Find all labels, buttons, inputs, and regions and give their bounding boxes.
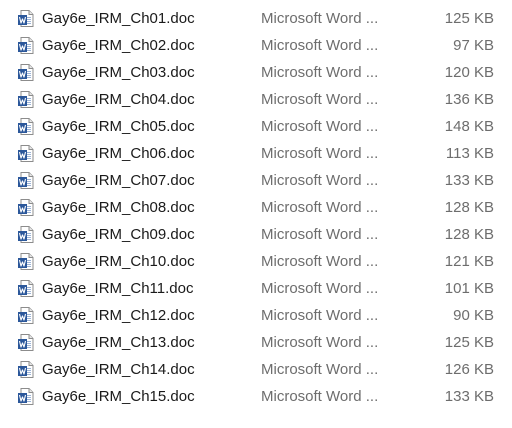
- file-type: Microsoft Word ...: [261, 118, 379, 135]
- word-document-icon: [18, 91, 34, 108]
- file-size: 128 KB: [444, 226, 494, 243]
- file-name: Gay6e_IRM_Ch11.doc: [42, 280, 194, 297]
- file-name: Gay6e_IRM_Ch02.doc: [42, 37, 195, 54]
- file-row[interactable]: Gay6e_IRM_Ch13.doc Microsoft Word ... 12…: [0, 329, 512, 356]
- file-type: Microsoft Word ...: [261, 253, 379, 270]
- file-name: Gay6e_IRM_Ch04.doc: [42, 91, 195, 108]
- file-name: Gay6e_IRM_Ch05.doc: [42, 118, 195, 135]
- file-type: Microsoft Word ...: [261, 388, 379, 405]
- file-name: Gay6e_IRM_Ch13.doc: [42, 334, 195, 351]
- file-size: 125 KB: [444, 334, 494, 351]
- file-type: Microsoft Word ...: [261, 91, 379, 108]
- file-size: 148 KB: [444, 118, 494, 135]
- file-row[interactable]: Gay6e_IRM_Ch11.doc Microsoft Word ... 10…: [0, 275, 512, 302]
- file-name: Gay6e_IRM_Ch10.doc: [42, 253, 195, 270]
- file-list: Gay6e_IRM_Ch01.doc Microsoft Word ... 12…: [0, 5, 512, 410]
- file-name: Gay6e_IRM_Ch01.doc: [42, 10, 195, 27]
- file-size: 113 KB: [445, 145, 494, 162]
- file-size: 133 KB: [444, 172, 494, 189]
- file-row[interactable]: Gay6e_IRM_Ch07.doc Microsoft Word ... 13…: [0, 167, 512, 194]
- file-row[interactable]: Gay6e_IRM_Ch06.doc Microsoft Word ... 11…: [0, 140, 512, 167]
- file-size: 121 KB: [444, 253, 494, 270]
- file-name: Gay6e_IRM_Ch12.doc: [42, 307, 195, 324]
- file-size: 136 KB: [444, 91, 494, 108]
- file-row[interactable]: Gay6e_IRM_Ch15.doc Microsoft Word ... 13…: [0, 383, 512, 410]
- file-size: 97 KB: [453, 37, 494, 54]
- word-document-icon: [18, 64, 34, 81]
- word-document-icon: [18, 280, 34, 297]
- file-name: Gay6e_IRM_Ch14.doc: [42, 361, 195, 378]
- file-row[interactable]: Gay6e_IRM_Ch03.doc Microsoft Word ... 12…: [0, 59, 512, 86]
- file-size: 120 KB: [444, 64, 494, 81]
- file-name: Gay6e_IRM_Ch03.doc: [42, 64, 195, 81]
- word-document-icon: [18, 334, 34, 351]
- file-row[interactable]: Gay6e_IRM_Ch02.doc Microsoft Word ... 97…: [0, 32, 512, 59]
- file-size: 133 KB: [444, 388, 494, 405]
- file-row[interactable]: Gay6e_IRM_Ch12.doc Microsoft Word ... 90…: [0, 302, 512, 329]
- file-type: Microsoft Word ...: [261, 334, 379, 351]
- word-document-icon: [18, 307, 34, 324]
- file-type: Microsoft Word ...: [261, 145, 379, 162]
- word-document-icon: [18, 253, 34, 270]
- word-document-icon: [18, 199, 34, 216]
- file-type: Microsoft Word ...: [261, 37, 379, 54]
- word-document-icon: [18, 388, 34, 405]
- file-name: Gay6e_IRM_Ch08.doc: [42, 199, 195, 216]
- word-document-icon: [18, 226, 34, 243]
- file-row[interactable]: Gay6e_IRM_Ch09.doc Microsoft Word ... 12…: [0, 221, 512, 248]
- word-document-icon: [18, 37, 34, 54]
- file-size: 128 KB: [444, 199, 494, 216]
- file-type: Microsoft Word ...: [261, 280, 379, 297]
- file-size: 101 KB: [444, 280, 494, 297]
- file-type: Microsoft Word ...: [261, 226, 379, 243]
- word-document-icon: [18, 145, 34, 162]
- word-document-icon: [18, 361, 34, 378]
- word-document-icon: [18, 172, 34, 189]
- file-row[interactable]: Gay6e_IRM_Ch01.doc Microsoft Word ... 12…: [0, 5, 512, 32]
- file-type: Microsoft Word ...: [261, 307, 379, 324]
- word-document-icon: [18, 118, 34, 135]
- file-row[interactable]: Gay6e_IRM_Ch05.doc Microsoft Word ... 14…: [0, 113, 512, 140]
- file-row[interactable]: Gay6e_IRM_Ch04.doc Microsoft Word ... 13…: [0, 86, 512, 113]
- file-row[interactable]: Gay6e_IRM_Ch08.doc Microsoft Word ... 12…: [0, 194, 512, 221]
- file-size: 126 KB: [444, 361, 494, 378]
- file-row[interactable]: Gay6e_IRM_Ch14.doc Microsoft Word ... 12…: [0, 356, 512, 383]
- file-name: Gay6e_IRM_Ch07.doc: [42, 172, 195, 189]
- file-type: Microsoft Word ...: [261, 64, 379, 81]
- file-size: 125 KB: [444, 10, 494, 27]
- file-row[interactable]: Gay6e_IRM_Ch10.doc Microsoft Word ... 12…: [0, 248, 512, 275]
- file-size: 90 KB: [453, 307, 494, 324]
- file-name: Gay6e_IRM_Ch15.doc: [42, 388, 195, 405]
- file-type: Microsoft Word ...: [261, 10, 379, 27]
- file-type: Microsoft Word ...: [261, 172, 379, 189]
- file-name: Gay6e_IRM_Ch09.doc: [42, 226, 195, 243]
- file-type: Microsoft Word ...: [261, 361, 379, 378]
- file-type: Microsoft Word ...: [261, 199, 379, 216]
- file-name: Gay6e_IRM_Ch06.doc: [42, 145, 195, 162]
- word-document-icon: [18, 10, 34, 27]
